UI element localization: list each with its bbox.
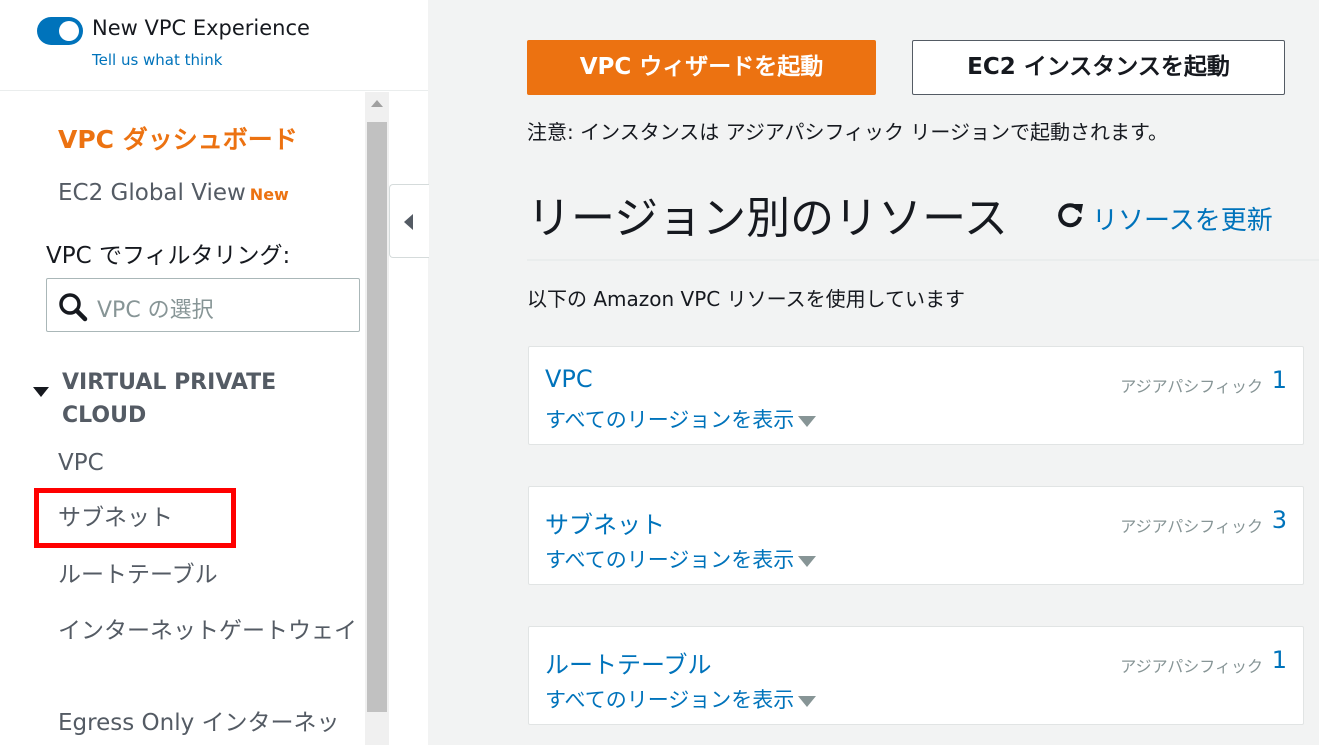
scroll-up-arrow-icon[interactable] <box>371 100 383 107</box>
scrollbar-thumb[interactable] <box>367 122 387 712</box>
resource-card-vpc: VPC すべてのリージョンを表示 アジアパシフィック 1 <box>528 346 1304 445</box>
sidebar-item-route-tables[interactable]: ルートテーブル <box>58 556 218 594</box>
feedback-link[interactable]: Tell us what think <box>92 51 222 69</box>
refresh-resources-link[interactable]: リソースを更新 <box>1092 200 1273 237</box>
sidebar-item-ec2-global-view[interactable]: EC2 Global View New <box>58 180 289 206</box>
link-label: すべてのリージョンを表示 <box>545 688 795 712</box>
sidebar-collapse-button[interactable] <box>389 184 429 258</box>
card-region: アジアパシフィック <box>1120 377 1263 396</box>
card-count[interactable]: 1 <box>1272 646 1287 674</box>
sidebar-item-internet-gateways[interactable]: インターネットゲートウェイ <box>58 611 358 651</box>
caret-down-icon <box>798 695 817 707</box>
resource-card-subnets: サブネット すべてのリージョンを表示 アジアパシフィック 3 <box>528 486 1304 585</box>
show-all-regions-link[interactable]: すべてのリージョンを表示 <box>545 684 817 714</box>
resource-card-route-tables: ルートテーブル すべてのリージョンを表示 アジアパシフィック 1 <box>528 626 1304 725</box>
collapse-left-icon <box>404 214 413 230</box>
sidebar-scrollbar[interactable] <box>365 92 389 745</box>
vpc-select-placeholder: VPC の選択 <box>97 298 214 323</box>
sidebar-item-egress-only-gateways[interactable]: Egress Only インターネッ <box>58 704 340 742</box>
new-badge: New <box>249 185 289 204</box>
vpc-filter-label: VPC でフィルタリング: <box>46 243 291 269</box>
sidebar-item-label: EC2 Global View <box>58 180 246 206</box>
card-region: アジアパシフィック <box>1120 657 1263 676</box>
link-label: すべてのリージョンを表示 <box>545 548 795 572</box>
show-all-regions-link[interactable]: すべてのリージョンを表示 <box>545 544 817 574</box>
sidebar: New VPC Experience Tell us what think VP… <box>0 0 429 745</box>
page-title: リージョン別のリソース <box>527 193 1008 244</box>
refresh-icon[interactable] <box>1054 200 1086 232</box>
region-note: 注意: インスタンスは アジアパシフィック リージョンで起動されます。 <box>527 120 1169 144</box>
link-label: すべてのリージョンを表示 <box>545 408 795 432</box>
section-title-virtual-private-cloud[interactable]: VIRTUAL PRIVATE CLOUD <box>62 366 342 432</box>
new-vpc-experience-title: New VPC Experience <box>92 16 310 40</box>
sidebar-item-vpc-dashboard[interactable]: VPC ダッシュボード <box>58 120 298 156</box>
search-icon <box>59 293 88 322</box>
launch-vpc-wizard-button[interactable]: VPC ウィザードを起動 <box>527 40 876 95</box>
divider <box>527 259 1319 261</box>
card-title[interactable]: サブネット <box>545 505 665 540</box>
card-title[interactable]: VPC <box>545 365 593 393</box>
section-collapse-caret-icon[interactable] <box>33 387 49 397</box>
launch-ec2-instance-button[interactable]: EC2 インスタンスを起動 <box>912 40 1285 95</box>
new-vpc-experience-toggle[interactable] <box>37 17 83 45</box>
card-title[interactable]: ルートテーブル <box>545 645 712 680</box>
card-region: アジアパシフィック <box>1120 517 1263 536</box>
show-all-regions-link[interactable]: すべてのリージョンを表示 <box>545 404 817 434</box>
sidebar-item-vpc[interactable]: VPC <box>58 444 104 482</box>
caret-down-icon <box>798 415 817 427</box>
highlight-box <box>34 488 236 548</box>
card-count[interactable]: 3 <box>1272 506 1287 534</box>
vpc-select-input[interactable]: VPC の選択 <box>46 278 360 332</box>
card-count[interactable]: 1 <box>1272 366 1287 394</box>
caret-down-icon <box>798 555 817 567</box>
resources-intro-text: 以下の Amazon VPC リソースを使用しています <box>527 287 966 311</box>
new-vpc-experience-panel: New VPC Experience Tell us what think <box>0 0 428 91</box>
toggle-knob <box>59 21 79 41</box>
